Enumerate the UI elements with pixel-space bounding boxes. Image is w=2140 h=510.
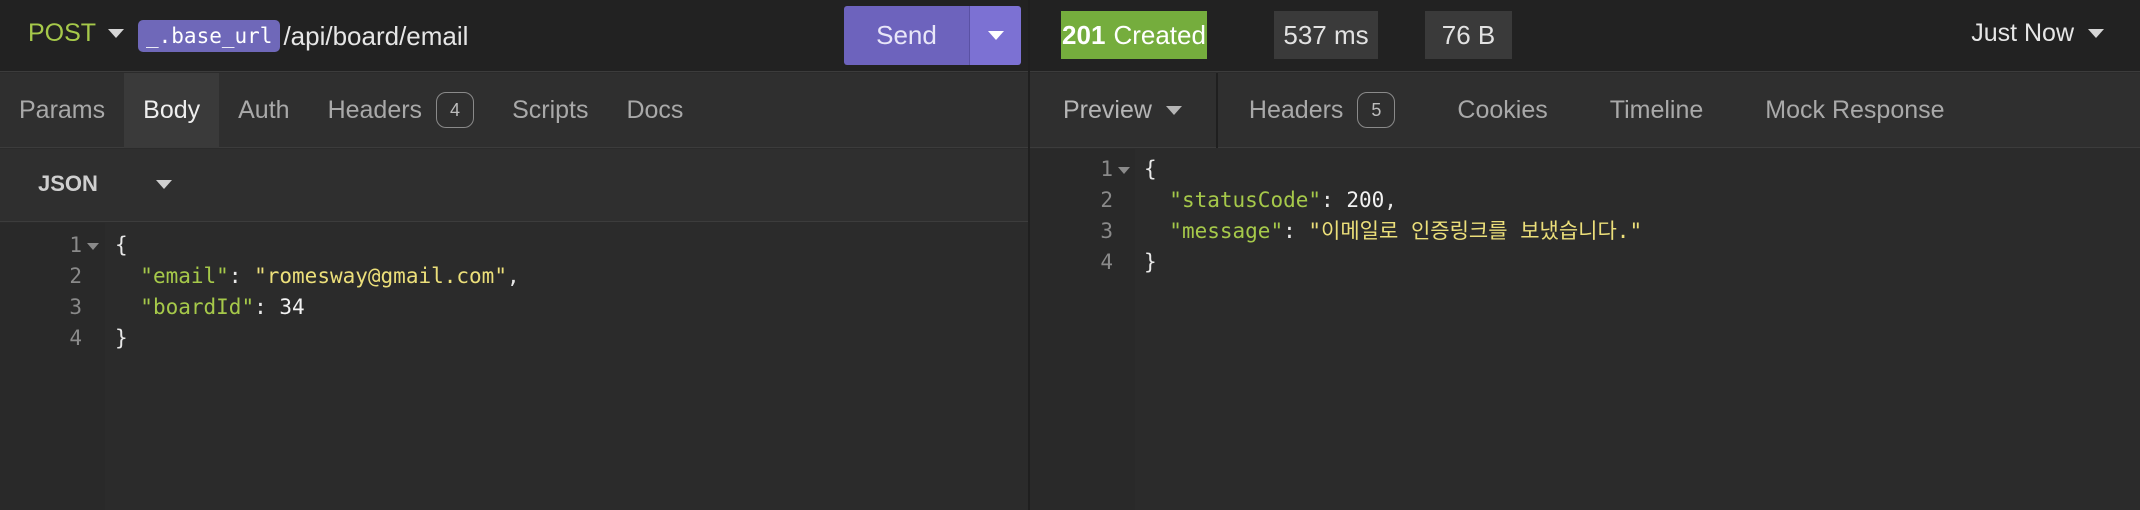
body-type-label: JSON <box>38 171 98 196</box>
preview-mode-dropdown[interactable]: Preview <box>1030 72 1218 148</box>
line-number: 1 <box>1100 157 1113 181</box>
request-body-editor[interactable]: 1 2 3 4 { "email": "romesway@gmail.com",… <box>0 223 1028 510</box>
response-size: 76 B <box>1425 11 1512 59</box>
status-text: Created <box>1113 19 1206 50</box>
fold-arrow-icon[interactable] <box>1118 167 1130 174</box>
tab-docs[interactable]: Docs <box>607 73 702 148</box>
code-line: "message": "이메일로 인증링크를 보냈습니다." <box>1169 219 1643 243</box>
chevron-down-icon <box>155 179 172 189</box>
tab-body[interactable]: Body <box>124 72 220 148</box>
code-line: "boardId": 34 <box>140 295 305 319</box>
preview-label: Preview <box>1063 95 1152 124</box>
json-number-value: 34 <box>279 295 305 319</box>
json-key: "email" <box>140 264 229 288</box>
tab-params[interactable]: Params <box>0 73 124 148</box>
url-path: /api/board/email <box>283 20 469 51</box>
response-pane: 201 Created 537 ms 76 B Just Now Preview… <box>1030 0 2140 510</box>
response-tabs: Preview Headers 5 Cookies Timeline Mock … <box>1030 72 2140 148</box>
line-number: 2 <box>1100 188 1113 212</box>
json-brace: { <box>1144 157 1157 181</box>
tab-label: Params <box>19 95 106 124</box>
line-number: 3 <box>1100 219 1113 243</box>
send-button[interactable]: Send <box>844 6 969 65</box>
send-options-button[interactable] <box>969 6 1021 65</box>
tab-label: Timeline <box>1609 95 1704 124</box>
tab-label: Docs <box>626 95 684 124</box>
line-number-gutter: 1 2 3 4 <box>1030 149 1135 510</box>
json-string-value: "이메일로 인증링크를 보냈습니다." <box>1308 219 1643 243</box>
tab-response-headers[interactable]: Headers 5 <box>1218 73 1427 148</box>
status-badge: 201 Created <box>1061 11 1207 59</box>
code-line: "statusCode": 200, <box>1169 188 1397 212</box>
headers-count-badge: 5 <box>1357 92 1396 128</box>
method-selector[interactable]: POST <box>28 19 125 48</box>
request-pane: POST _.base_url /api/board/email Send Pa… <box>0 0 1028 510</box>
tab-label: Headers <box>1248 95 1344 124</box>
response-history-dropdown[interactable]: Just Now <box>1971 19 2104 48</box>
line-number: 2 <box>69 264 82 288</box>
json-key: "boardId" <box>140 295 255 319</box>
json-brace: { <box>115 233 128 257</box>
tab-headers[interactable]: Headers 4 <box>309 73 494 148</box>
line-number: 4 <box>69 326 82 350</box>
chevron-down-icon <box>1165 105 1182 115</box>
line-number: 4 <box>1100 250 1113 274</box>
request-tabs: Params Body Auth Headers 4 Scripts Docs <box>0 72 1028 148</box>
code-line: } <box>115 323 128 354</box>
chevron-down-icon <box>108 29 125 38</box>
status-code: 201 <box>1062 19 1106 50</box>
line-number: 1 <box>69 233 82 257</box>
line-number: 3 <box>69 295 82 319</box>
json-number-value: 200 <box>1346 188 1385 212</box>
code-line: "email": "romesway@gmail.com", <box>140 264 520 288</box>
body-type-row: JSON <box>0 149 1028 222</box>
chevron-down-icon <box>2088 29 2104 38</box>
method-label: POST <box>28 19 97 47</box>
body-type-dropdown[interactable]: JSON <box>38 171 172 197</box>
tab-label: Mock Response <box>1765 95 1945 124</box>
tab-label: Auth <box>238 95 290 124</box>
response-body-viewer[interactable]: 1 2 3 4 { "statusCode": 200, "message": … <box>1030 149 2140 510</box>
tab-scripts[interactable]: Scripts <box>493 73 607 148</box>
response-status-bar: 201 Created 537 ms 76 B Just Now <box>1030 0 2140 72</box>
json-key: "statusCode" <box>1169 188 1322 212</box>
tab-mock-response[interactable]: Mock Response <box>1734 73 1975 148</box>
history-label: Just Now <box>1971 19 2074 47</box>
tab-label: Headers <box>327 95 423 124</box>
headers-count-badge: 4 <box>436 92 475 128</box>
env-variable-chip[interactable]: _.base_url <box>138 20 281 52</box>
json-string-value: "romesway@gmail.com" <box>254 264 507 288</box>
code-line: } <box>1144 247 1157 278</box>
line-number-gutter: 1 2 3 4 <box>0 223 105 510</box>
tab-label: Body <box>143 95 201 124</box>
tab-cookies[interactable]: Cookies <box>1426 73 1578 148</box>
tab-timeline[interactable]: Timeline <box>1579 73 1735 148</box>
tab-auth[interactable]: Auth <box>219 73 308 148</box>
fold-arrow-icon[interactable] <box>87 243 99 250</box>
response-time: 537 ms <box>1274 11 1378 59</box>
code-area[interactable]: { "statusCode": 200, "message": "이메일로 인증… <box>1135 149 2140 510</box>
code-line: { <box>115 230 128 261</box>
chevron-down-icon <box>987 31 1004 40</box>
tab-label: Cookies <box>1457 95 1548 124</box>
code-area[interactable]: { "email": "romesway@gmail.com", "boardI… <box>105 223 1028 510</box>
json-brace: } <box>1144 250 1157 274</box>
json-brace: } <box>115 326 128 350</box>
json-key: "message" <box>1169 219 1284 243</box>
code-line: { <box>1144 154 1157 185</box>
tab-label: Scripts <box>512 95 589 124</box>
url-input[interactable]: _.base_url /api/board/email <box>138 19 468 53</box>
url-bar: POST _.base_url /api/board/email Send <box>0 0 1028 72</box>
